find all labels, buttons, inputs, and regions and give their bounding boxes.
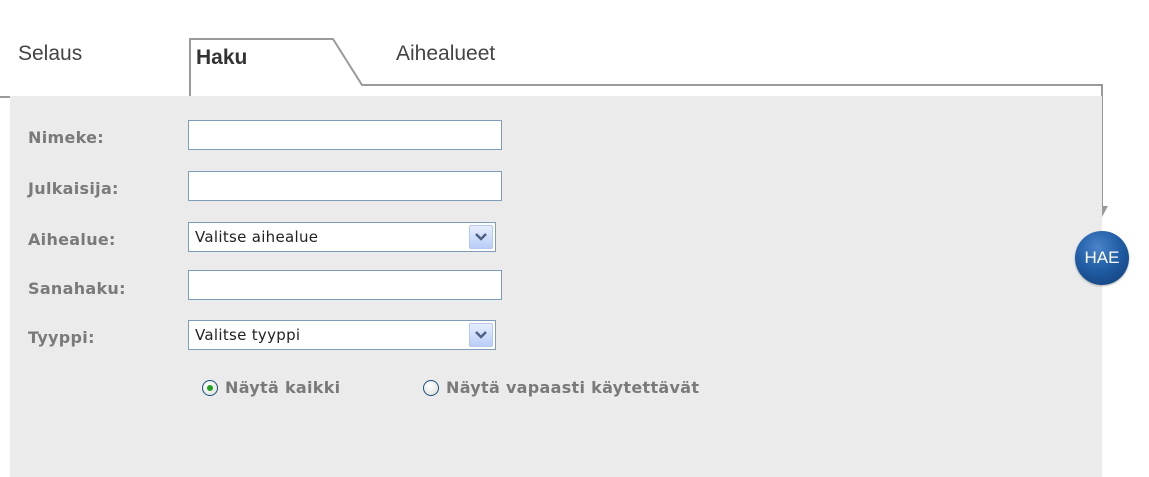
aihealue-label: Aihealue:: [28, 230, 116, 249]
radio-checked-icon[interactable]: [202, 379, 218, 396]
tab-aihealueet[interactable]: Aihealueet: [396, 42, 495, 66]
aihealue-selected-value: Valitse aihealue: [195, 228, 319, 246]
sanahaku-input[interactable]: [188, 270, 502, 300]
tyyppi-label: Tyyppi:: [28, 328, 95, 347]
tab-selaus[interactable]: Selaus: [18, 42, 82, 66]
tab-haku[interactable]: Haku: [196, 46, 247, 70]
radio-show-all-label: Näytä kaikki: [225, 378, 341, 397]
sanahaku-label: Sanahaku:: [28, 279, 126, 298]
julkaisija-input[interactable]: [188, 171, 502, 201]
search-panel: [10, 96, 1102, 477]
radio-show-free-label: Näytä vapaasti käytettävät: [446, 378, 700, 397]
radio-unchecked-icon[interactable]: [423, 379, 439, 396]
chevron-down-icon[interactable]: [469, 225, 493, 249]
hae-button-label: HAE: [1084, 248, 1120, 267]
tyyppi-select[interactable]: Valitse tyyppi: [188, 320, 496, 350]
radio-show-all[interactable]: Näytä kaikki: [202, 378, 340, 397]
julkaisija-label: Julkaisija:: [28, 179, 119, 198]
chevron-down-icon[interactable]: [469, 323, 493, 347]
search-widget: Selaus Haku Aihealueet Nimeke: Julkaisij…: [0, 0, 1149, 477]
aihealue-select[interactable]: Valitse aihealue: [188, 222, 496, 252]
nimeke-input[interactable]: [188, 120, 502, 150]
radio-show-free[interactable]: Näytä vapaasti käytettävät: [423, 378, 699, 397]
tyyppi-selected-value: Valitse tyyppi: [195, 326, 301, 344]
nimeke-label: Nimeke:: [28, 128, 104, 147]
hae-search-button[interactable]: HAE: [1075, 231, 1129, 285]
